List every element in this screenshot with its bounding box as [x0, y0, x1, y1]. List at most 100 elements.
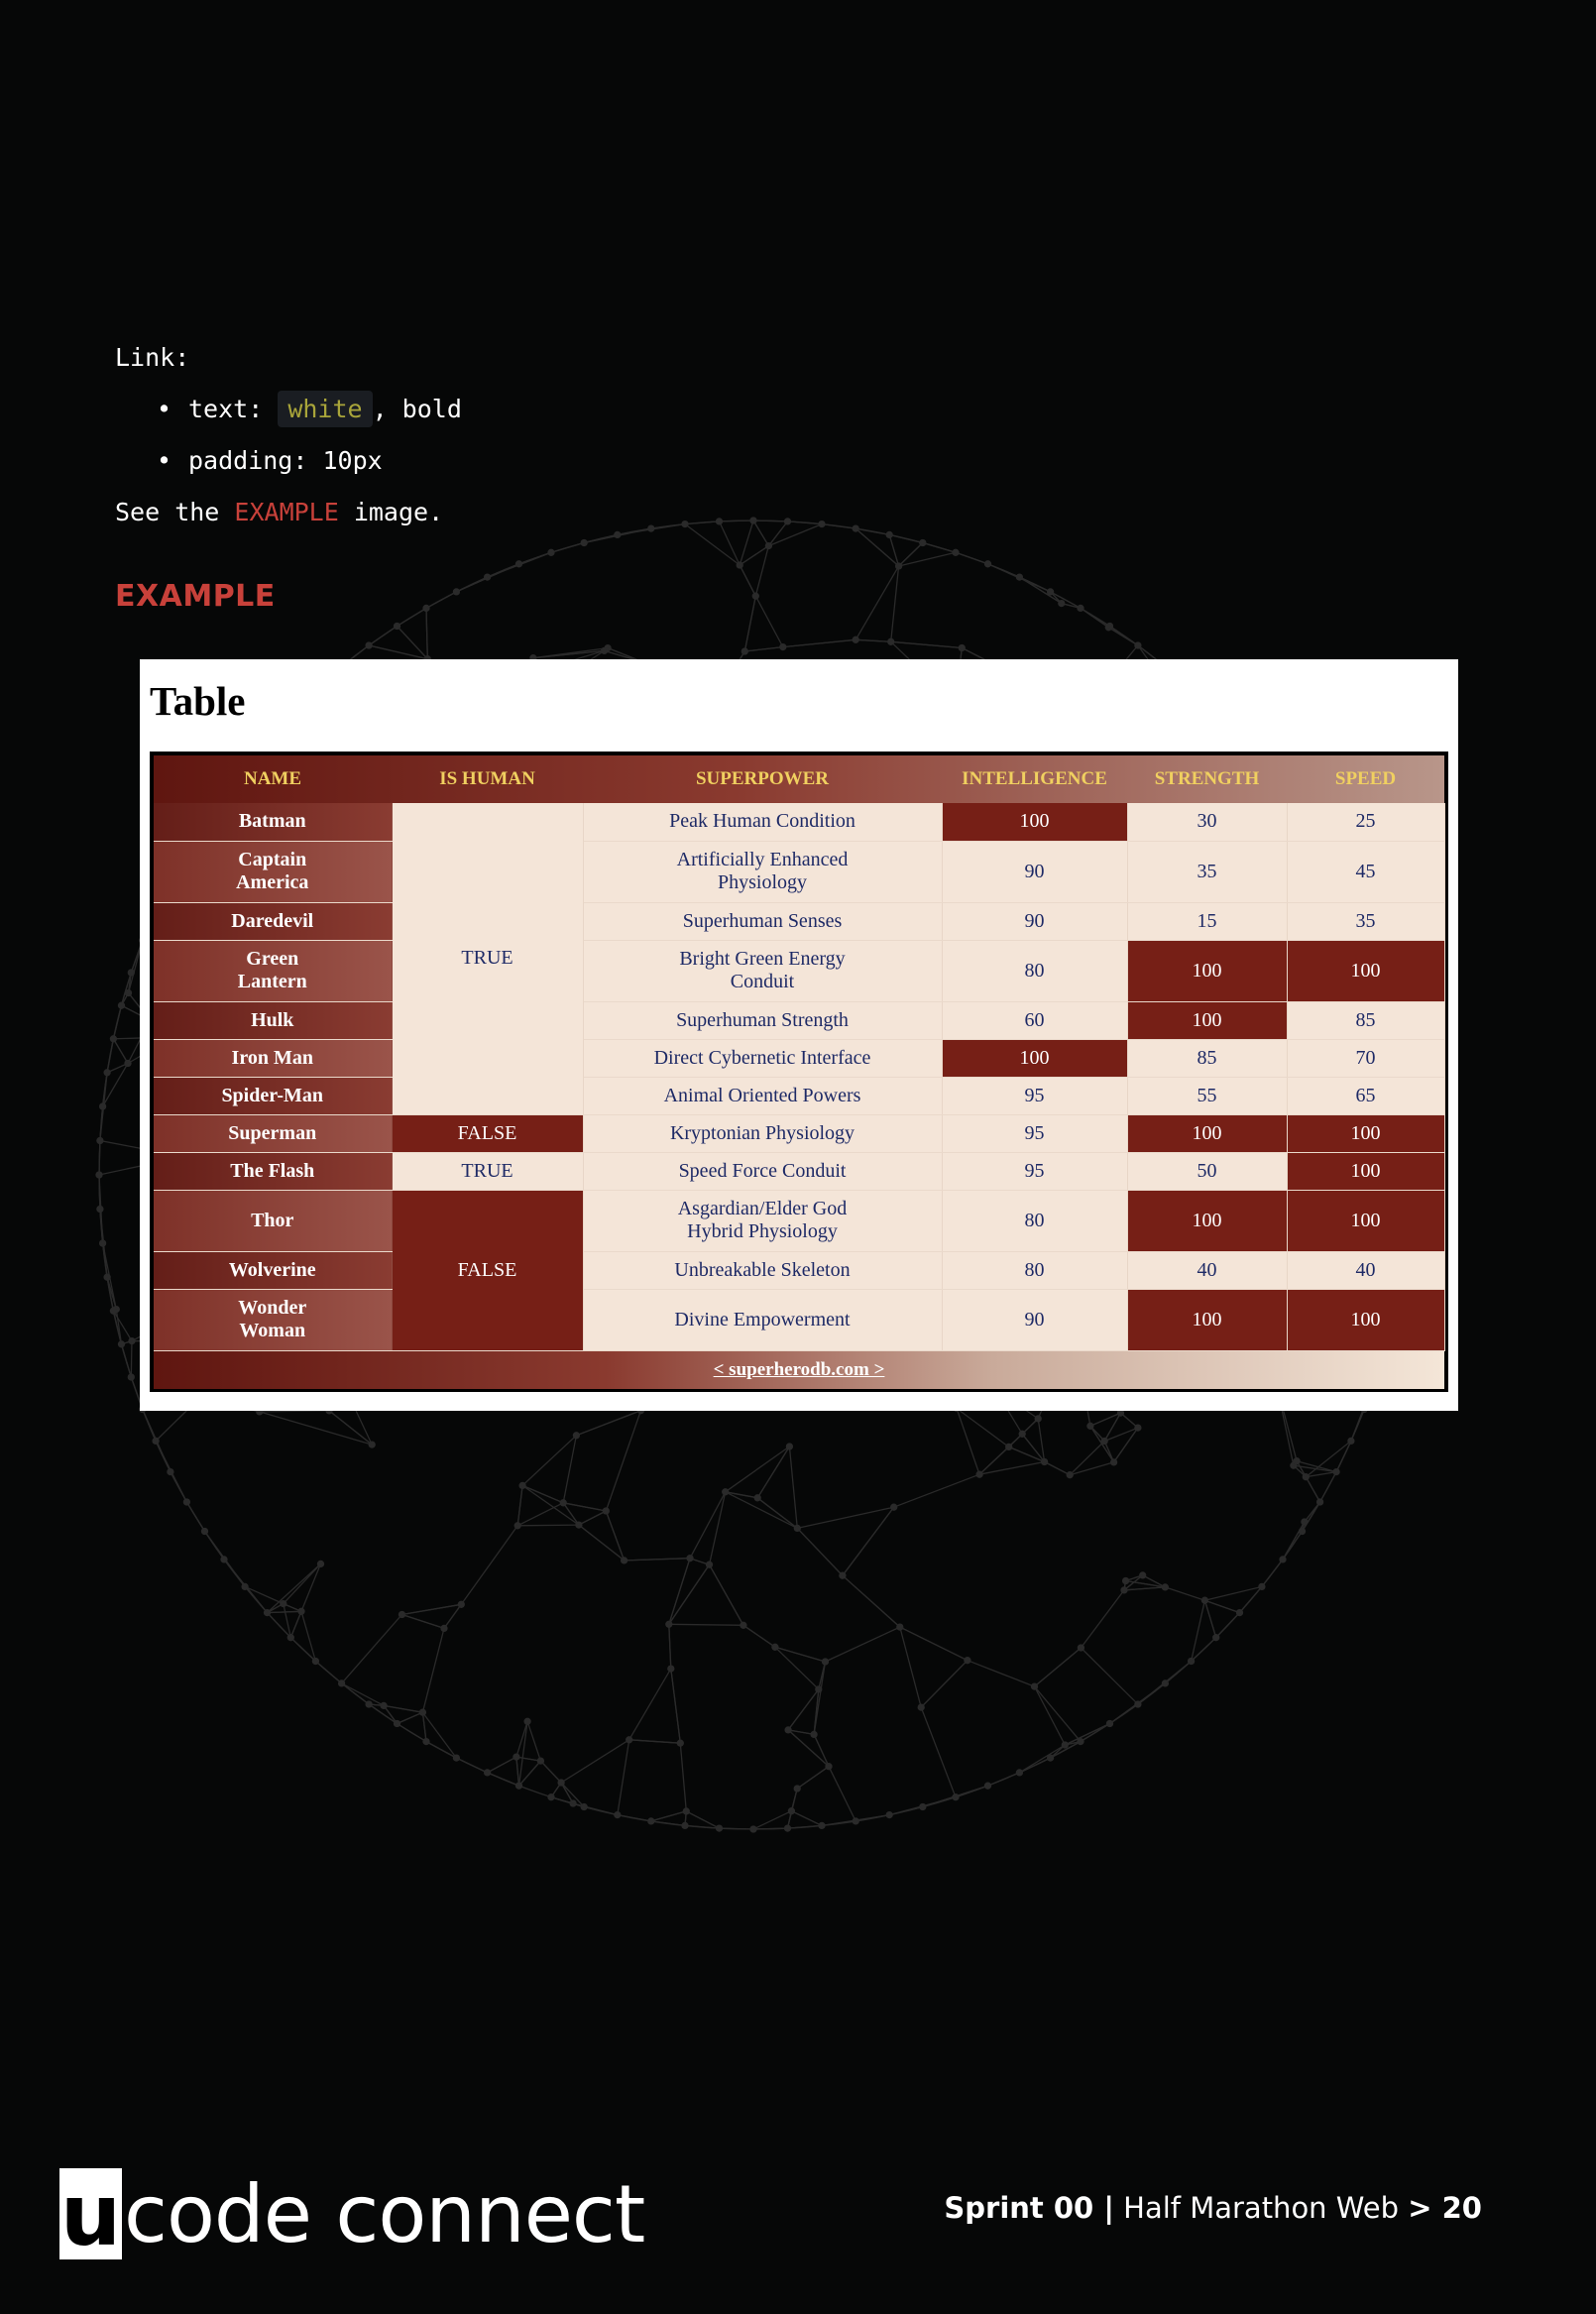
globe-edge	[443, 1603, 462, 1629]
globe-edge	[397, 1722, 427, 1743]
globe-edge	[1204, 1599, 1240, 1614]
globe-edge	[725, 1446, 790, 1493]
globe-edge	[487, 551, 552, 578]
cell-intelligence: 90	[942, 902, 1128, 941]
globe-edge	[967, 1660, 1035, 1687]
globe-edge	[1065, 1722, 1110, 1746]
globe-edge	[1215, 1612, 1240, 1639]
page-footer-label: Sprint 00 | Half Marathon Web > 20	[944, 2191, 1482, 2225]
globe-edge	[679, 1743, 687, 1811]
globe-edge	[383, 1704, 423, 1713]
globe-edge	[956, 1408, 980, 1475]
cell-strength: 100	[1127, 1289, 1288, 1351]
globe-edge	[893, 1473, 980, 1508]
globe-edge	[855, 1813, 890, 1822]
globe-edge	[1261, 1559, 1284, 1587]
course-label: Half Marathon Web	[1113, 2191, 1409, 2225]
globe-edge	[978, 1446, 1010, 1475]
globe-edge	[684, 521, 720, 525]
cell-is-human: FALSE	[392, 1114, 584, 1153]
globe-edge	[684, 523, 741, 566]
globe-edge	[987, 563, 1020, 578]
globe-node	[1332, 1467, 1340, 1476]
cell-name: Hulk	[154, 1001, 393, 1040]
globe-edge	[787, 1824, 823, 1829]
globe-edge	[341, 1682, 385, 1706]
globe-edge	[1107, 627, 1139, 646]
cell-strength: 100	[1127, 1114, 1288, 1153]
globe-edge	[842, 1574, 901, 1628]
globe-edge	[821, 522, 856, 529]
globe-edge	[670, 1669, 681, 1744]
globe-edge	[487, 1756, 517, 1774]
globe-edge	[259, 1411, 373, 1446]
globe-edge	[756, 1497, 798, 1529]
col-header-intelligence: INTELLIGENCE	[962, 768, 1107, 789]
table-footer-row: < superherodb.com >	[154, 1350, 1444, 1389]
cell-intelligence: 100	[942, 803, 1128, 842]
cell-strength: 50	[1127, 1152, 1288, 1191]
globe-edge	[1109, 1703, 1139, 1725]
globe-node	[958, 643, 966, 652]
globe-node	[890, 1503, 898, 1511]
globe-edge	[1335, 1441, 1352, 1472]
globe-node	[547, 1793, 555, 1801]
cell-is-human: FALSE	[392, 1190, 584, 1351]
globe-edge	[719, 1827, 754, 1830]
globe-edge	[920, 1706, 957, 1797]
globe-edge	[526, 1721, 542, 1762]
globe-edge	[267, 1610, 302, 1614]
globe-edge	[112, 1038, 129, 1064]
cell-speed: 100	[1287, 1114, 1445, 1153]
globe-edge	[1165, 1586, 1205, 1601]
page-number: > 20	[1408, 2191, 1482, 2225]
globe-node	[917, 1703, 925, 1711]
cell-speed: 85	[1287, 1001, 1445, 1040]
logo-text: code connect	[124, 2167, 645, 2260]
globe-edge	[130, 1340, 133, 1378]
globe-edge	[1033, 1685, 1066, 1746]
cell-speed: 70	[1287, 1039, 1445, 1078]
globe-edge	[112, 1005, 123, 1039]
globe-edge	[725, 1491, 798, 1529]
globe-edge	[624, 1558, 691, 1562]
cell-superpower: Direct Cybernetic Interface	[583, 1039, 943, 1078]
cell-strength: 100	[1127, 1190, 1288, 1252]
cell-strength: 100	[1127, 940, 1288, 1002]
table-row: The Flash TRUE Speed Force Conduit 95 50…	[154, 1152, 1445, 1191]
cell-intelligence: 95	[942, 1114, 1128, 1153]
globe-edge	[397, 626, 428, 660]
globe-node	[667, 1665, 675, 1673]
globe-edge	[628, 1668, 672, 1741]
cell-superpower: Divine Empowerment	[583, 1289, 943, 1351]
globe-node	[440, 1624, 448, 1633]
globe-edge	[628, 1739, 681, 1744]
cell-speed: 100	[1287, 1190, 1445, 1252]
cell-intelligence: 80	[942, 940, 1128, 1002]
globe-node	[740, 1621, 747, 1629]
cell-superpower: Kryptonian Physiology	[583, 1114, 943, 1153]
globe-edge	[576, 1410, 641, 1437]
globe-edge	[460, 1525, 518, 1605]
globe-edge	[920, 1660, 969, 1708]
globe-edge	[1350, 1409, 1365, 1442]
cell-name: Wonder Woman	[154, 1289, 393, 1351]
globe-edge	[922, 541, 957, 553]
globe-edge	[650, 522, 686, 529]
globe-edge	[244, 1585, 285, 1605]
globe-edge	[487, 1772, 519, 1787]
globe-edge	[106, 1038, 115, 1073]
globe-edge	[170, 1471, 187, 1503]
table-row: Captain America Artificially Enhanced Phys…	[154, 841, 1445, 903]
globe-edge	[1019, 576, 1051, 593]
globe-edge	[142, 1409, 157, 1442]
globe-edge	[955, 551, 988, 565]
globe-edge	[1080, 1647, 1139, 1705]
globe-edge	[797, 1506, 894, 1530]
cell-name: Spider-Man	[154, 1077, 393, 1115]
superherodb-link[interactable]: < superherodb.com >	[714, 1359, 885, 1380]
cell-intelligence: 90	[942, 841, 1128, 903]
globe-edge	[515, 1721, 528, 1758]
globe-node	[784, 1726, 792, 1734]
link-heading: Link:	[115, 343, 190, 372]
